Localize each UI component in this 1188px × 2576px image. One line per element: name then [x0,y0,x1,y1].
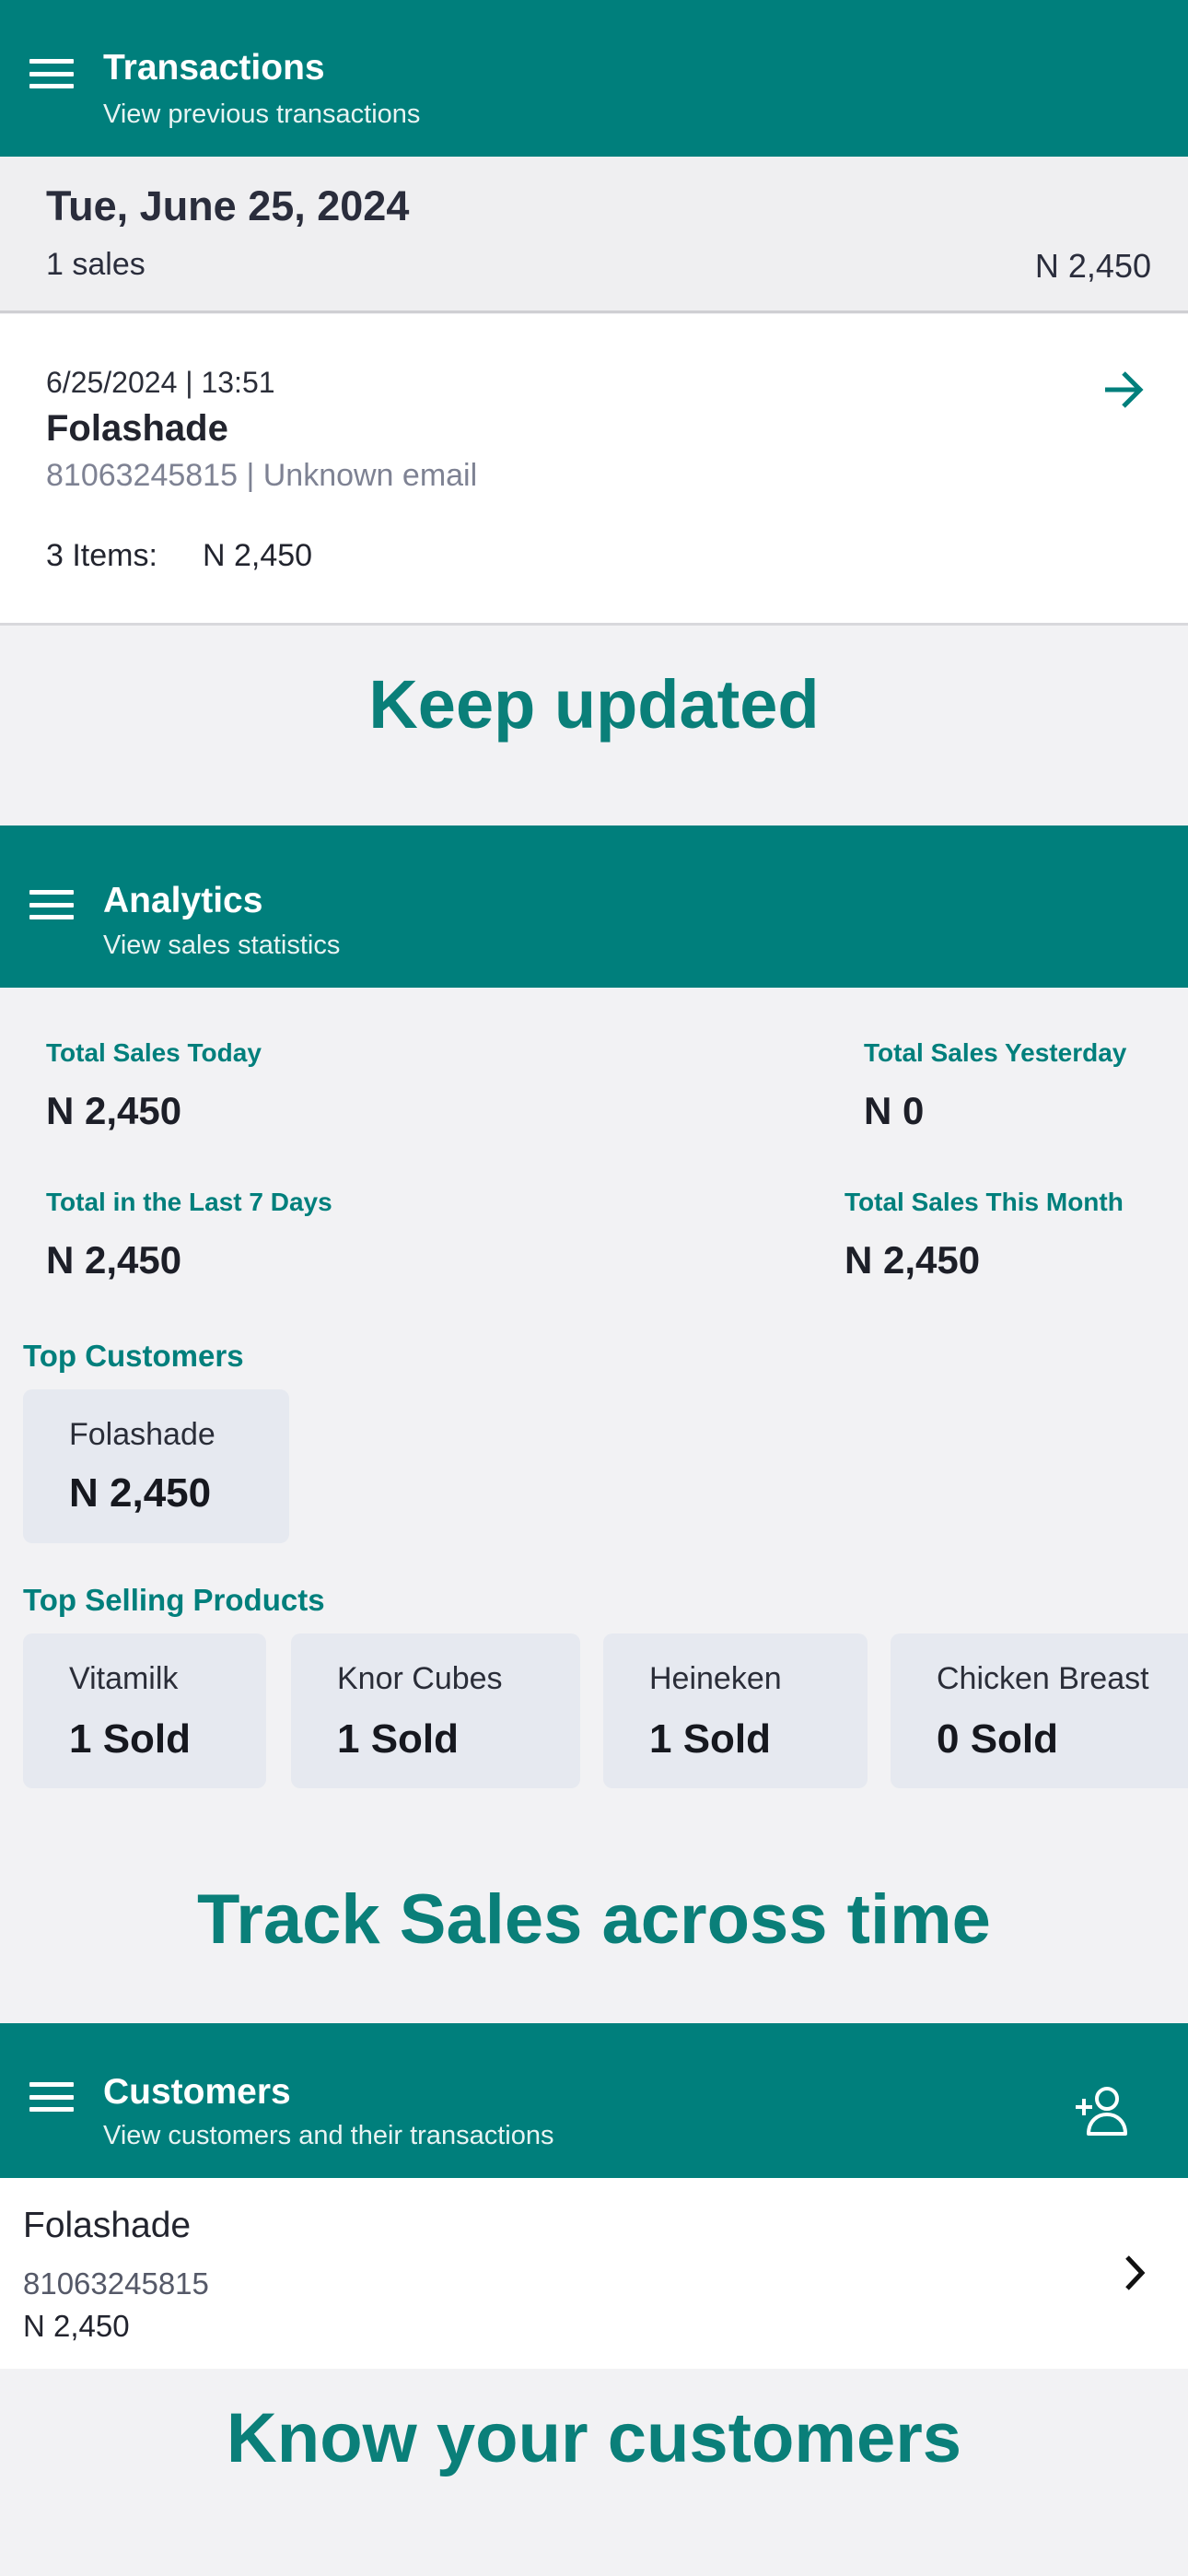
product-name: Vitamilk [69,1661,179,1696]
transaction-item[interactable]: 6/25/2024 | 13:51 Folashade 81063245815 … [0,314,1188,626]
page-title: Analytics [103,881,263,920]
add-person-icon[interactable] [1074,2084,1131,2137]
hamburger-icon[interactable] [29,2082,74,2112]
page-title: Transactions [103,48,325,88]
page-subtitle: View previous transactions [103,100,421,129]
stat-label-month: Total Sales This Month [844,1188,1124,1216]
top-products-label: Top Selling Products [23,1583,325,1617]
stat-label-7days: Total in the Last 7 Days [46,1188,332,1216]
product-card[interactable]: Vitamilk 1 Sold [23,1633,266,1788]
day-date: Tue, June 25, 2024 [46,182,410,229]
page-title: Customers [103,2072,291,2112]
customer-phone: 81063245815 [23,2266,209,2301]
product-sold: 1 Sold [649,1716,772,1762]
hamburger-icon[interactable] [29,890,74,919]
product-sold: 1 Sold [69,1716,192,1762]
stat-value-month: N 2,450 [844,1238,981,1282]
product-name: Chicken Breast [937,1661,1149,1696]
transaction-amount: N 2,450 [203,538,313,573]
product-card[interactable]: Chicken Breast 0 Sold [891,1633,1188,1788]
day-sales-count: 1 sales [46,247,146,282]
transaction-contact: 81063245815 | Unknown email [46,458,478,493]
product-name: Heineken [649,1661,782,1696]
tagline-know-customers: Know your customers [226,2399,962,2477]
transactions-header: Transactions View previous transactions [0,0,1188,157]
tagline-keep-updated: Keep updated [368,666,820,743]
product-sold: 1 Sold [337,1716,460,1762]
product-card[interactable]: Knor Cubes 1 Sold [291,1633,580,1788]
stat-label-yesterday: Total Sales Yesterday [864,1038,1127,1067]
page-subtitle: View customers and their transactions [103,2121,554,2150]
stat-value-yesterday: N 0 [864,1089,925,1132]
top-customer-name: Folashade [69,1417,215,1452]
chevron-right-icon[interactable] [1122,2254,1147,2292]
transaction-customer: Folashade [46,408,228,449]
transaction-datetime: 6/25/2024 | 13:51 [46,366,275,399]
top-customer-amount: N 2,450 [69,1470,212,1516]
arrow-right-icon[interactable] [1101,369,1146,410]
stat-value-7days: N 2,450 [46,1238,182,1282]
top-customer-card[interactable]: Folashade N 2,450 [23,1389,289,1543]
top-customers-label: Top Customers [23,1339,244,1373]
stat-value-today: N 2,450 [46,1089,182,1132]
day-total: N 2,450 [1034,247,1151,285]
hamburger-icon[interactable] [29,59,74,88]
customer-list-item[interactable]: Folashade 81063245815 N 2,450 [0,2178,1188,2369]
customer-amount: N 2,450 [23,2309,130,2343]
customers-header: Customers View customers and their trans… [0,2023,1188,2178]
day-group-header: Tue, June 25, 2024 1 sales N 2,450 [0,157,1188,313]
stat-label-today: Total Sales Today [46,1038,262,1067]
analytics-header: Analytics View sales statistics [0,825,1188,988]
customer-name: Folashade [23,2206,192,2245]
product-name: Knor Cubes [337,1661,503,1696]
product-sold: 0 Sold [937,1716,1059,1762]
tagline-track-sales: Track Sales across time [197,1880,991,1959]
transaction-items-count: 3 Items: [46,538,157,573]
page-subtitle: View sales statistics [103,931,341,960]
product-card[interactable]: Heineken 1 Sold [603,1633,868,1788]
